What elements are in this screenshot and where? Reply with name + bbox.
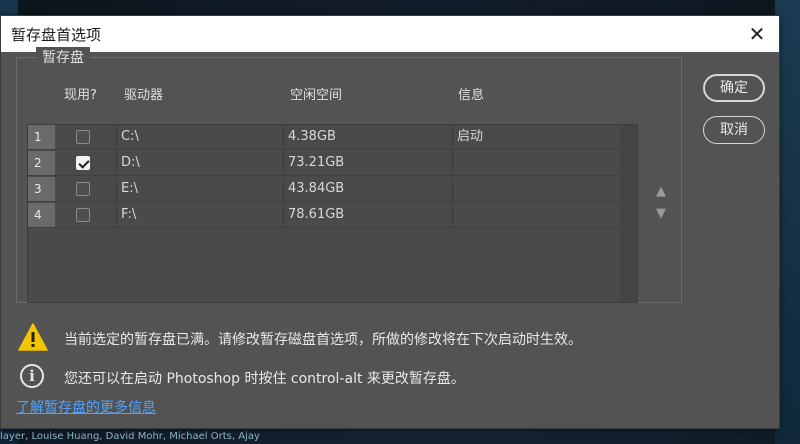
scratch-disk-table: 1 C:\ 4.38GB 启动 2 D:\ 73.21GB 3 E:\ 43.8… — [27, 124, 638, 303]
cell-divider — [452, 203, 453, 227]
cell-divider — [116, 125, 117, 149]
warning-message: 当前选定的暂存盘已满。请修改暂存磁盘首选项，所做的修改将在下次启动时生效。 — [64, 332, 582, 348]
window-title: 暂存盘首选项 — [11, 25, 102, 44]
row-number: 2 — [28, 151, 55, 175]
table-row[interactable]: 2 D:\ 73.21GB — [28, 151, 620, 176]
cell-divider — [116, 151, 117, 175]
cell-divider — [452, 151, 453, 175]
info-cell: 启动 — [457, 129, 484, 144]
learn-more-link[interactable]: 了解暂存盘的更多信息 — [16, 397, 156, 417]
row-number: 3 — [28, 177, 55, 201]
info-icon: i — [20, 364, 44, 388]
drive-cell: E:\ — [121, 181, 138, 196]
close-icon[interactable]: ✕ — [745, 22, 769, 46]
cell-divider — [452, 125, 453, 149]
active-checkbox[interactable] — [76, 156, 90, 170]
free-space-cell: 73.21GB — [288, 155, 345, 170]
ok-button[interactable]: 确定 — [703, 74, 765, 102]
active-checkbox[interactable] — [76, 208, 90, 222]
move-up-icon[interactable]: ▲ — [654, 185, 668, 198]
cell-divider — [283, 177, 284, 201]
row-number: 4 — [28, 203, 55, 227]
column-header-active: 现用? — [64, 88, 97, 103]
cell-divider — [283, 151, 284, 175]
group-label: 暂存盘 — [36, 47, 90, 67]
background-credits: layer, Louise Huang, David Mohr, Michael… — [0, 431, 260, 442]
warning-icon — [18, 323, 48, 351]
cell-divider — [116, 203, 117, 227]
drive-cell: D:\ — [121, 155, 140, 170]
cell-divider — [452, 177, 453, 201]
table-row[interactable]: 4 F:\ 78.61GB — [28, 203, 620, 228]
cell-divider — [116, 177, 117, 201]
drive-cell: C:\ — [121, 129, 139, 144]
free-space-cell: 4.38GB — [288, 129, 336, 144]
drive-cell: F:\ — [121, 207, 137, 222]
active-checkbox[interactable] — [76, 182, 90, 196]
row-number: 1 — [28, 125, 55, 149]
column-header-drive: 驱动器 — [124, 88, 164, 103]
cell-divider — [283, 203, 284, 227]
info-message: 您还可以在启动 Photoshop 时按住 control-alt 来更改暂存盘… — [64, 371, 465, 387]
column-header-free-space: 空闲空间 — [290, 88, 343, 103]
table-scrollbar[interactable] — [620, 125, 637, 302]
title-bar: 暂存盘首选项 ✕ — [1, 16, 779, 52]
column-header-info: 信息 — [458, 88, 485, 103]
table-row[interactable]: 3 E:\ 43.84GB — [28, 177, 620, 202]
cancel-button[interactable]: 取消 — [703, 116, 765, 144]
free-space-cell: 78.61GB — [288, 207, 345, 222]
table-row[interactable]: 1 C:\ 4.38GB 启动 — [28, 125, 620, 150]
active-checkbox[interactable] — [76, 130, 90, 144]
cell-divider — [283, 125, 284, 149]
move-down-icon[interactable]: ▼ — [654, 207, 668, 220]
free-space-cell: 43.84GB — [288, 181, 345, 196]
